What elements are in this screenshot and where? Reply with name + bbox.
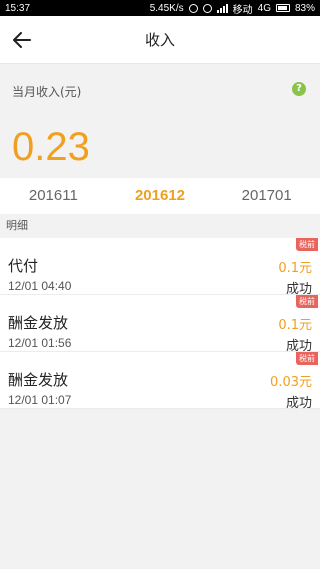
status-time: 15:37 xyxy=(5,2,31,14)
item-name: 酬金发放 xyxy=(8,314,69,332)
item-status: 成功 xyxy=(285,396,312,411)
month-tabs: 201611 201612 201701 xyxy=(0,178,320,214)
section-label-details: 明细 xyxy=(6,219,28,232)
pretax-badge: 税前 xyxy=(296,352,318,365)
signal-icon xyxy=(216,3,228,13)
item-time: 12/01 01:56 xyxy=(8,336,72,350)
income-label: 当月收入(元) xyxy=(12,85,82,99)
network-type: 4G xyxy=(257,2,271,14)
list-item[interactable]: 税前 酬金发放 12/01 01:56 0.1元 成功 xyxy=(0,295,320,354)
income-summary: 当月收入(元) ? 0.23 xyxy=(0,65,320,175)
alarm-icon xyxy=(188,3,198,13)
status-right: 5.45K/s 移动 4G 83% xyxy=(150,1,315,16)
tab-month-201611[interactable]: 201611 xyxy=(0,178,107,214)
list-item[interactable]: 税前 代付 12/01 04:40 0.1元 成功 xyxy=(0,238,320,297)
back-button[interactable] xyxy=(8,26,36,54)
item-value: 0.03元 xyxy=(270,375,312,390)
item-value: 0.1元 xyxy=(278,261,312,276)
item-time: 12/01 01:07 xyxy=(8,393,72,407)
back-arrow-icon xyxy=(13,32,31,48)
wifi-icon xyxy=(202,3,212,13)
income-amount: 0.23 xyxy=(12,125,90,169)
income-list: 税前 代付 12/01 04:40 0.1元 成功 税前 酬金发放 12/01 … xyxy=(0,238,320,411)
help-icon[interactable]: ? xyxy=(292,82,306,96)
battery-level: 83% xyxy=(294,2,315,14)
app-header: 收入 xyxy=(0,16,320,64)
pretax-badge: 税前 xyxy=(296,238,318,251)
tab-month-201701[interactable]: 201701 xyxy=(213,178,320,214)
item-name: 酬金发放 xyxy=(8,371,69,389)
page-title: 收入 xyxy=(144,31,175,49)
battery-icon xyxy=(275,4,290,12)
item-value: 0.1元 xyxy=(278,318,312,333)
pretax-badge: 税前 xyxy=(296,295,318,308)
item-time: 12/01 04:40 xyxy=(8,279,72,293)
network-speed: 5.45K/s xyxy=(149,2,184,14)
item-name: 代付 xyxy=(8,257,39,275)
list-item[interactable]: 税前 酬金发放 12/01 01:07 0.03元 成功 xyxy=(0,352,320,411)
carrier-label: 移动 xyxy=(232,4,253,16)
status-bar: 15:37 5.45K/s 移动 4G 83% xyxy=(0,0,320,16)
tab-month-201612[interactable]: 201612 xyxy=(107,178,214,214)
